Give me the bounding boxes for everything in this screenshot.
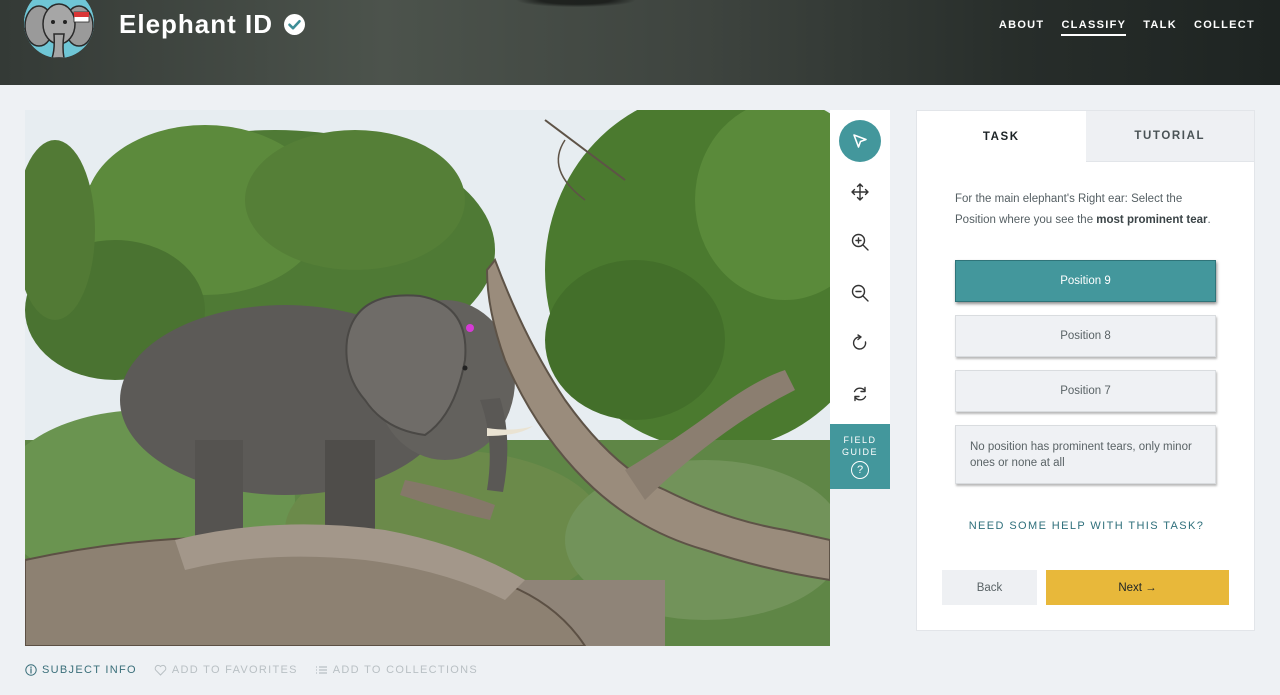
zoom-out-button[interactable] [839,272,881,314]
subject-info-label: SUBJECT INFO [42,664,137,676]
move-arrows-icon [851,183,869,201]
nav-talk[interactable]: TALK [1143,19,1177,36]
task-panel: TASK TUTORIAL For the main elephant's Ri… [916,110,1255,631]
zoom-out-icon [851,284,869,302]
pointer-arrow-icon [853,134,867,148]
elephant-photo [25,110,830,646]
answer-position-8[interactable]: Position 8 [955,315,1216,357]
add-to-favorites-link[interactable]: ADD TO FAVORITES [154,664,298,676]
answer-position-9[interactable]: Position 9 [955,260,1216,302]
subject-meta-bar: SUBJECT INFO ADD TO FAVORITES ADD TO COL… [25,664,478,676]
reset-icon [853,386,867,402]
project-avatar[interactable] [24,0,94,58]
subject-toolbar: FIELD GUIDE ? [830,110,890,489]
question-end: . [1207,213,1211,226]
elephant-logo-icon [24,0,94,58]
reset-button[interactable] [839,373,881,415]
nav-about[interactable]: ABOUT [999,19,1045,36]
add-to-collections-link[interactable]: ADD TO COLLECTIONS [315,664,478,676]
answer-position-7[interactable]: Position 7 [955,370,1216,412]
heart-icon [154,664,167,676]
zoom-in-icon [851,233,869,251]
checkmark-icon [288,19,301,30]
zoom-in-button[interactable] [839,221,881,263]
add-to-favorites-label: ADD TO FAVORITES [171,664,298,676]
info-icon [25,664,37,676]
project-title[interactable]: Elephant ID [119,9,273,40]
tab-tutorial[interactable]: TUTORIAL [1085,111,1254,162]
nav-collect[interactable]: COLLECT [1194,19,1255,36]
next-button[interactable]: Next → [1046,570,1229,605]
rotate-icon [852,334,867,350]
add-to-collections-label: ADD TO COLLECTIONS [332,664,479,676]
task-tabs: TASK TUTORIAL [917,111,1254,162]
field-guide-label-line2: GUIDE [841,447,878,457]
question-emphasis: most prominent tear [1096,213,1208,226]
task-help-link[interactable]: NEED SOME HELP WITH THIS TASK? [917,520,1256,532]
answer-no-prominent-tears[interactable]: No position has prominent tears, only mi… [955,425,1216,484]
subject-info-link[interactable]: SUBJECT INFO [25,664,137,676]
verified-badge [284,14,305,35]
field-guide-label-line1: FIELD [843,435,877,445]
annotate-tool-button[interactable] [839,120,881,162]
task-question: For the main elephant's Right ear: Selec… [955,189,1215,230]
rotate-button[interactable] [839,322,881,364]
field-guide-button[interactable]: FIELD GUIDE ? [830,424,890,489]
subject-image[interactable] [25,110,830,646]
move-tool-button[interactable] [839,171,881,213]
project-nav: ABOUT CLASSIFY TALK COLLECT [999,19,1255,36]
tab-task[interactable]: TASK [917,111,1086,162]
list-icon [315,666,327,674]
help-circle-icon: ? [851,461,869,479]
nav-classify[interactable]: CLASSIFY [1061,19,1127,36]
project-header: Elephant ID ABOUT CLASSIFY TALK COLLECT [0,0,1280,85]
back-button[interactable]: Back [942,570,1037,605]
